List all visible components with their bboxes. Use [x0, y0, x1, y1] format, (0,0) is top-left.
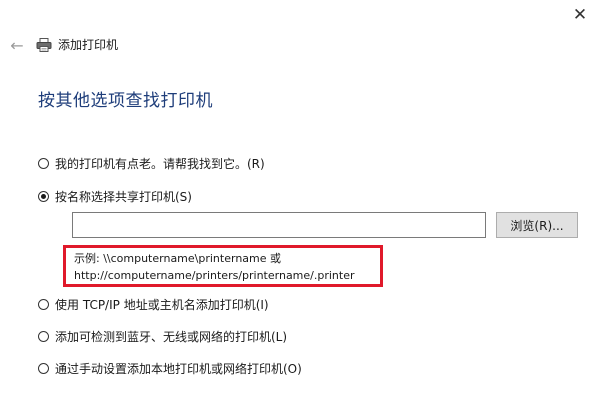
option-select-shared-printer-by-name[interactable]: 按名称选择共享打印机(S)	[38, 188, 192, 205]
radio-button[interactable]	[38, 158, 49, 169]
radio-button[interactable]	[38, 363, 49, 374]
option-label: 使用 TCP/IP 地址或主机名添加打印机(I)	[55, 298, 269, 312]
window-title-bar: 添加打印机	[36, 36, 118, 53]
option-label: 添加可检测到蓝牙、无线或网络的打印机(L)	[55, 330, 288, 344]
option-printer-is-old[interactable]: 我的打印机有点老。请帮我找到它。(R)	[38, 155, 265, 172]
radio-button[interactable]	[38, 299, 49, 310]
option-label: 我的打印机有点老。请帮我找到它。(R)	[55, 157, 265, 171]
option-bluetooth-wireless-network[interactable]: 添加可检测到蓝牙、无线或网络的打印机(L)	[38, 328, 287, 345]
radio-button[interactable]	[38, 331, 49, 342]
page-heading: 按其他选项查找打印机	[38, 91, 213, 111]
example-hint-highlight: 示例: \\computername\printername 或 http://…	[63, 245, 383, 287]
back-button[interactable]: ←	[6, 34, 28, 56]
example-line-1: 示例: \\computername\printername 或	[74, 252, 282, 265]
close-icon: ✕	[572, 5, 588, 25]
option-tcpip-address[interactable]: 使用 TCP/IP 地址或主机名添加打印机(I)	[38, 296, 269, 313]
shared-printer-name-input[interactable]	[72, 212, 486, 238]
printer-icon	[36, 37, 52, 52]
option-manual-local-or-network[interactable]: 通过手动设置添加本地打印机或网络打印机(O)	[38, 360, 302, 377]
option-label: 通过手动设置添加本地打印机或网络打印机(O)	[55, 362, 302, 376]
option-label: 按名称选择共享打印机(S)	[55, 190, 192, 204]
window-title: 添加打印机	[58, 38, 119, 52]
radio-button-selected[interactable]	[38, 191, 49, 202]
back-arrow-icon: ←	[10, 35, 24, 55]
close-button[interactable]: ✕	[560, 0, 600, 30]
example-line-2: http://computername/printers/printername…	[74, 269, 355, 282]
browse-button[interactable]: 浏览(R)...	[496, 212, 578, 238]
